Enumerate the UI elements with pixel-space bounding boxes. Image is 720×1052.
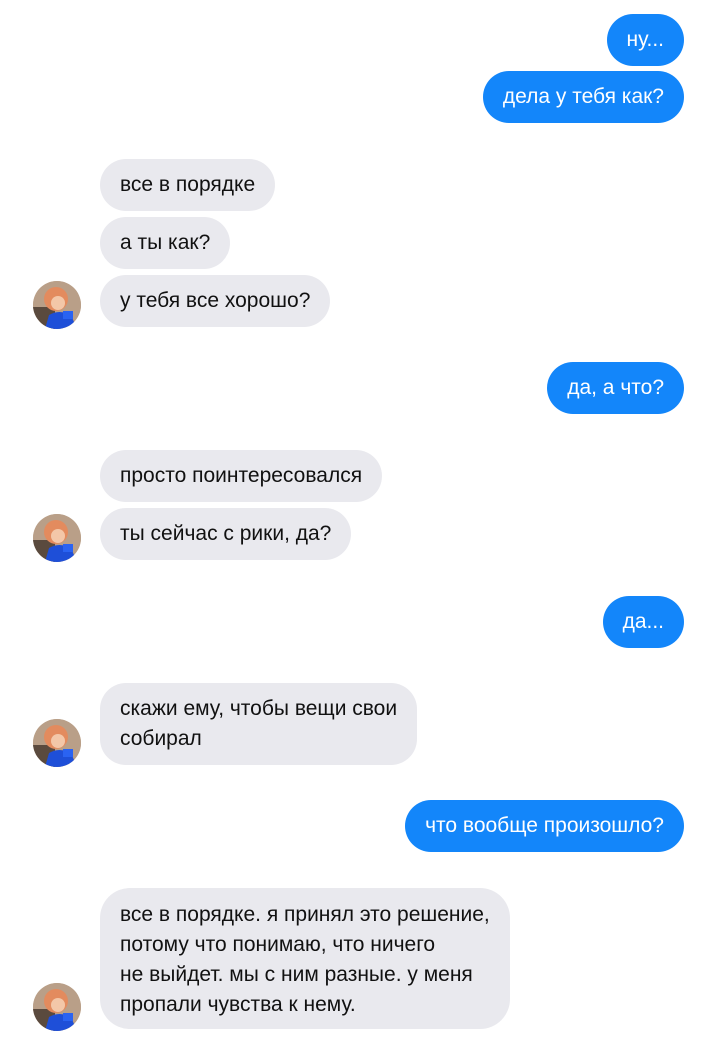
contact-avatar-icon[interactable] [33,983,81,1031]
outgoing-message[interactable]: ну... [606,14,684,66]
avatar-photo [33,281,81,329]
outgoing-message[interactable]: дела у тебя как? [482,71,684,123]
outgoing-message[interactable]: да, а что? [547,362,684,414]
avatar-photo [33,514,81,562]
incoming-message[interactable]: просто поинтересовался [100,450,383,502]
avatar-photo [33,983,81,1031]
contact-avatar-icon[interactable] [33,281,81,329]
incoming-message[interactable]: а ты как? [100,217,231,269]
incoming-message[interactable]: все в порядке. я принял это решение, пот… [100,888,510,1029]
incoming-message[interactable]: все в порядке [100,159,276,211]
contact-avatar-icon[interactable] [33,514,81,562]
avatar-photo [33,719,81,767]
outgoing-message[interactable]: что вообще произошло? [405,800,684,852]
outgoing-message[interactable]: да... [602,596,684,648]
incoming-message[interactable]: у тебя все хорошо? [100,275,331,327]
contact-avatar-icon[interactable] [33,719,81,767]
incoming-message[interactable]: скажи ему, чтобы вещи свои собирал [100,683,418,765]
chat-thread: ну... дела у тебя как? все в порядке а т… [0,0,720,1052]
incoming-message[interactable]: ты сейчас с рики, да? [100,508,352,560]
